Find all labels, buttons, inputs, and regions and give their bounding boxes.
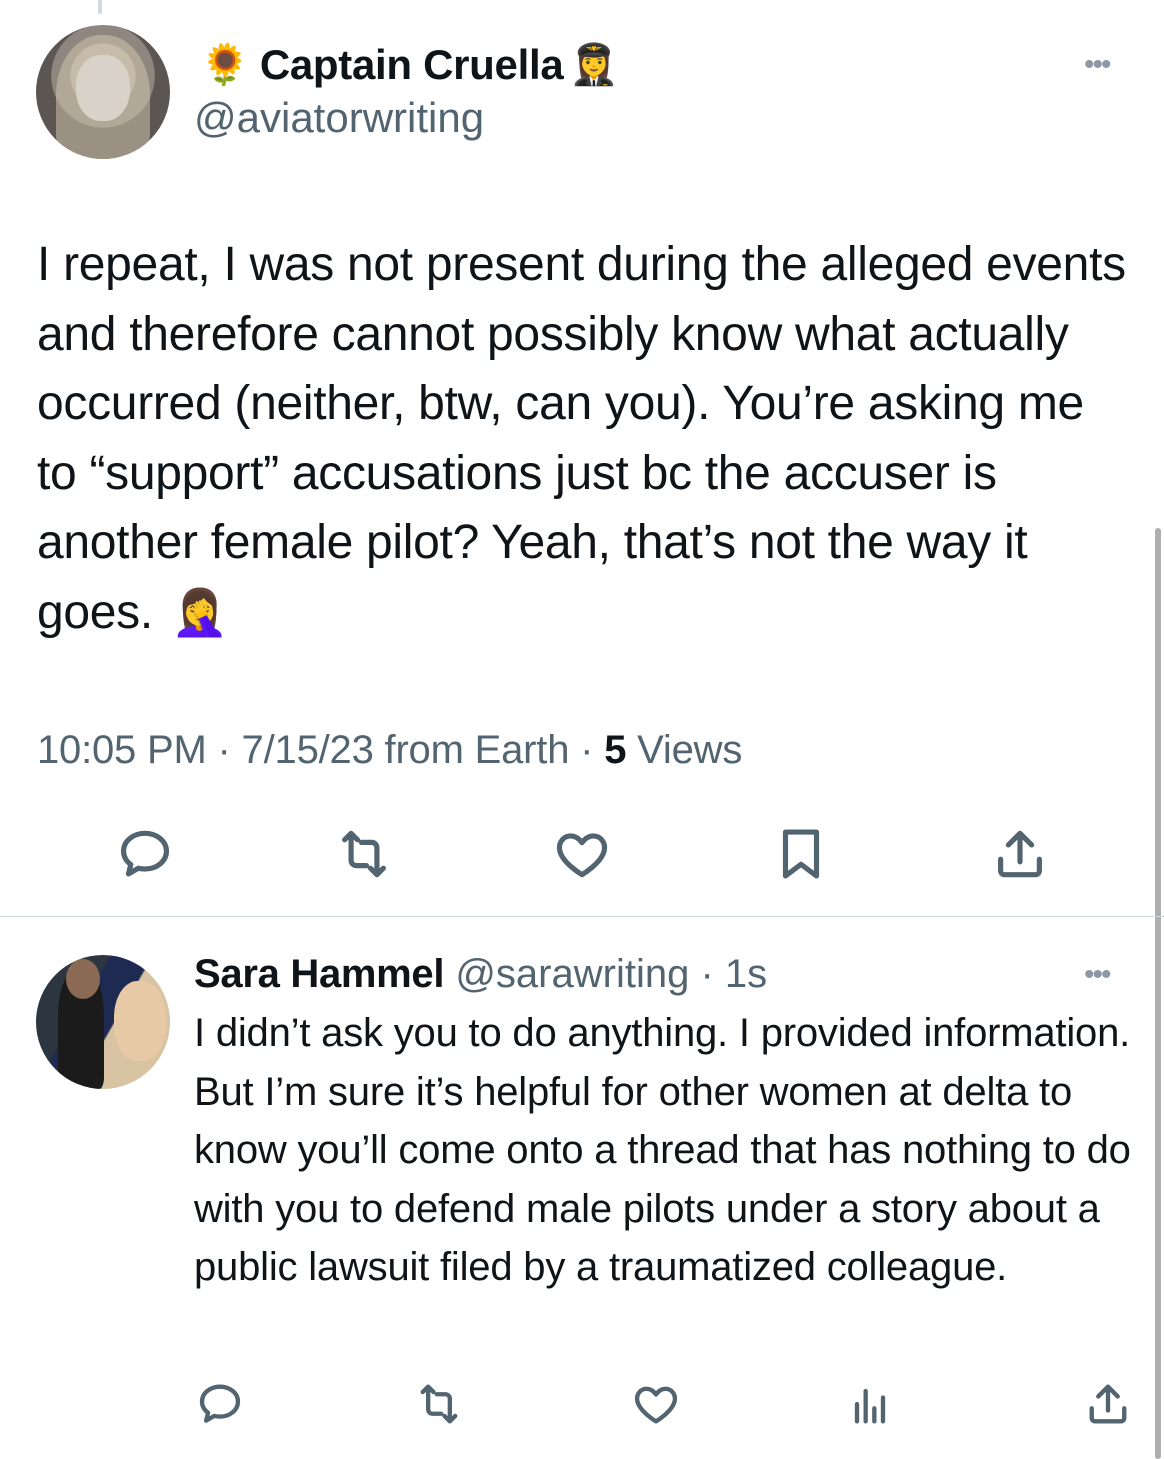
more-options-icon[interactable]: ••• — [1084, 48, 1111, 82]
views-count: 5 — [604, 728, 627, 772]
tweet-timestamp[interactable]: 10:05 PM · 7/15/23 from Earth · — [37, 728, 604, 772]
facepalm-emoji: 🤦‍♀️ — [170, 584, 228, 639]
tweet-meta: 10:05 PM · 7/15/23 from Earth · 5 Views — [37, 728, 742, 773]
more-options-icon[interactable]: ••• — [1084, 958, 1111, 992]
reply-display-name[interactable]: Sara Hammel — [194, 952, 444, 996]
views-icon — [854, 1388, 886, 1424]
bookmark-icon — [782, 829, 820, 879]
share-button[interactable] — [986, 820, 1054, 888]
thread-connector — [98, 0, 102, 14]
avatar-selfie-face — [114, 981, 166, 1061]
pilot-emoji: 👩‍✈️ — [569, 42, 620, 88]
views-button[interactable] — [836, 1370, 904, 1438]
reply-header: Sara Hammel @sarawriting · 1s — [194, 952, 767, 997]
reply-text: I didn’t ask you to do anything. I provi… — [194, 1011, 1131, 1289]
like-icon — [634, 1386, 678, 1424]
reply-handle[interactable]: @sarawriting — [455, 952, 689, 996]
avatar[interactable] — [36, 25, 170, 159]
author-name-row[interactable]: 🌻 Captain Cruella 👩‍✈️ — [200, 38, 619, 92]
author-handle[interactable]: @aviatorwriting — [194, 94, 484, 142]
reply-button[interactable] — [186, 1370, 254, 1438]
reply-button[interactable] — [111, 820, 179, 888]
reply-time[interactable]: · 1s — [689, 952, 767, 996]
reply-actions — [0, 1370, 1164, 1436]
scrollbar[interactable] — [1155, 528, 1161, 1459]
tweet-text: I repeat, I was not present during the a… — [37, 230, 1127, 647]
divider — [0, 916, 1164, 917]
retweet-button[interactable] — [330, 820, 398, 888]
retweet-icon — [342, 830, 386, 878]
reply-avatar[interactable] — [36, 955, 170, 1089]
sunflower-emoji: 🌻 — [200, 42, 250, 88]
retweet-icon — [420, 1384, 458, 1424]
retweet-button[interactable] — [405, 1370, 473, 1438]
views-label: Views — [626, 728, 743, 772]
reply-icon — [120, 830, 170, 877]
share-icon — [1089, 1384, 1127, 1424]
like-icon — [556, 833, 608, 878]
share-button[interactable] — [1074, 1370, 1142, 1438]
author-display-name[interactable]: Captain Cruella — [260, 41, 564, 89]
avatar-face — [76, 55, 130, 121]
like-button[interactable] — [548, 820, 616, 888]
like-button[interactable] — [622, 1370, 690, 1438]
share-icon — [998, 830, 1042, 878]
avatar-person-head — [66, 959, 100, 999]
reply-icon — [199, 1384, 241, 1423]
tweet-actions — [0, 820, 1164, 890]
bookmark-button[interactable] — [767, 820, 835, 888]
